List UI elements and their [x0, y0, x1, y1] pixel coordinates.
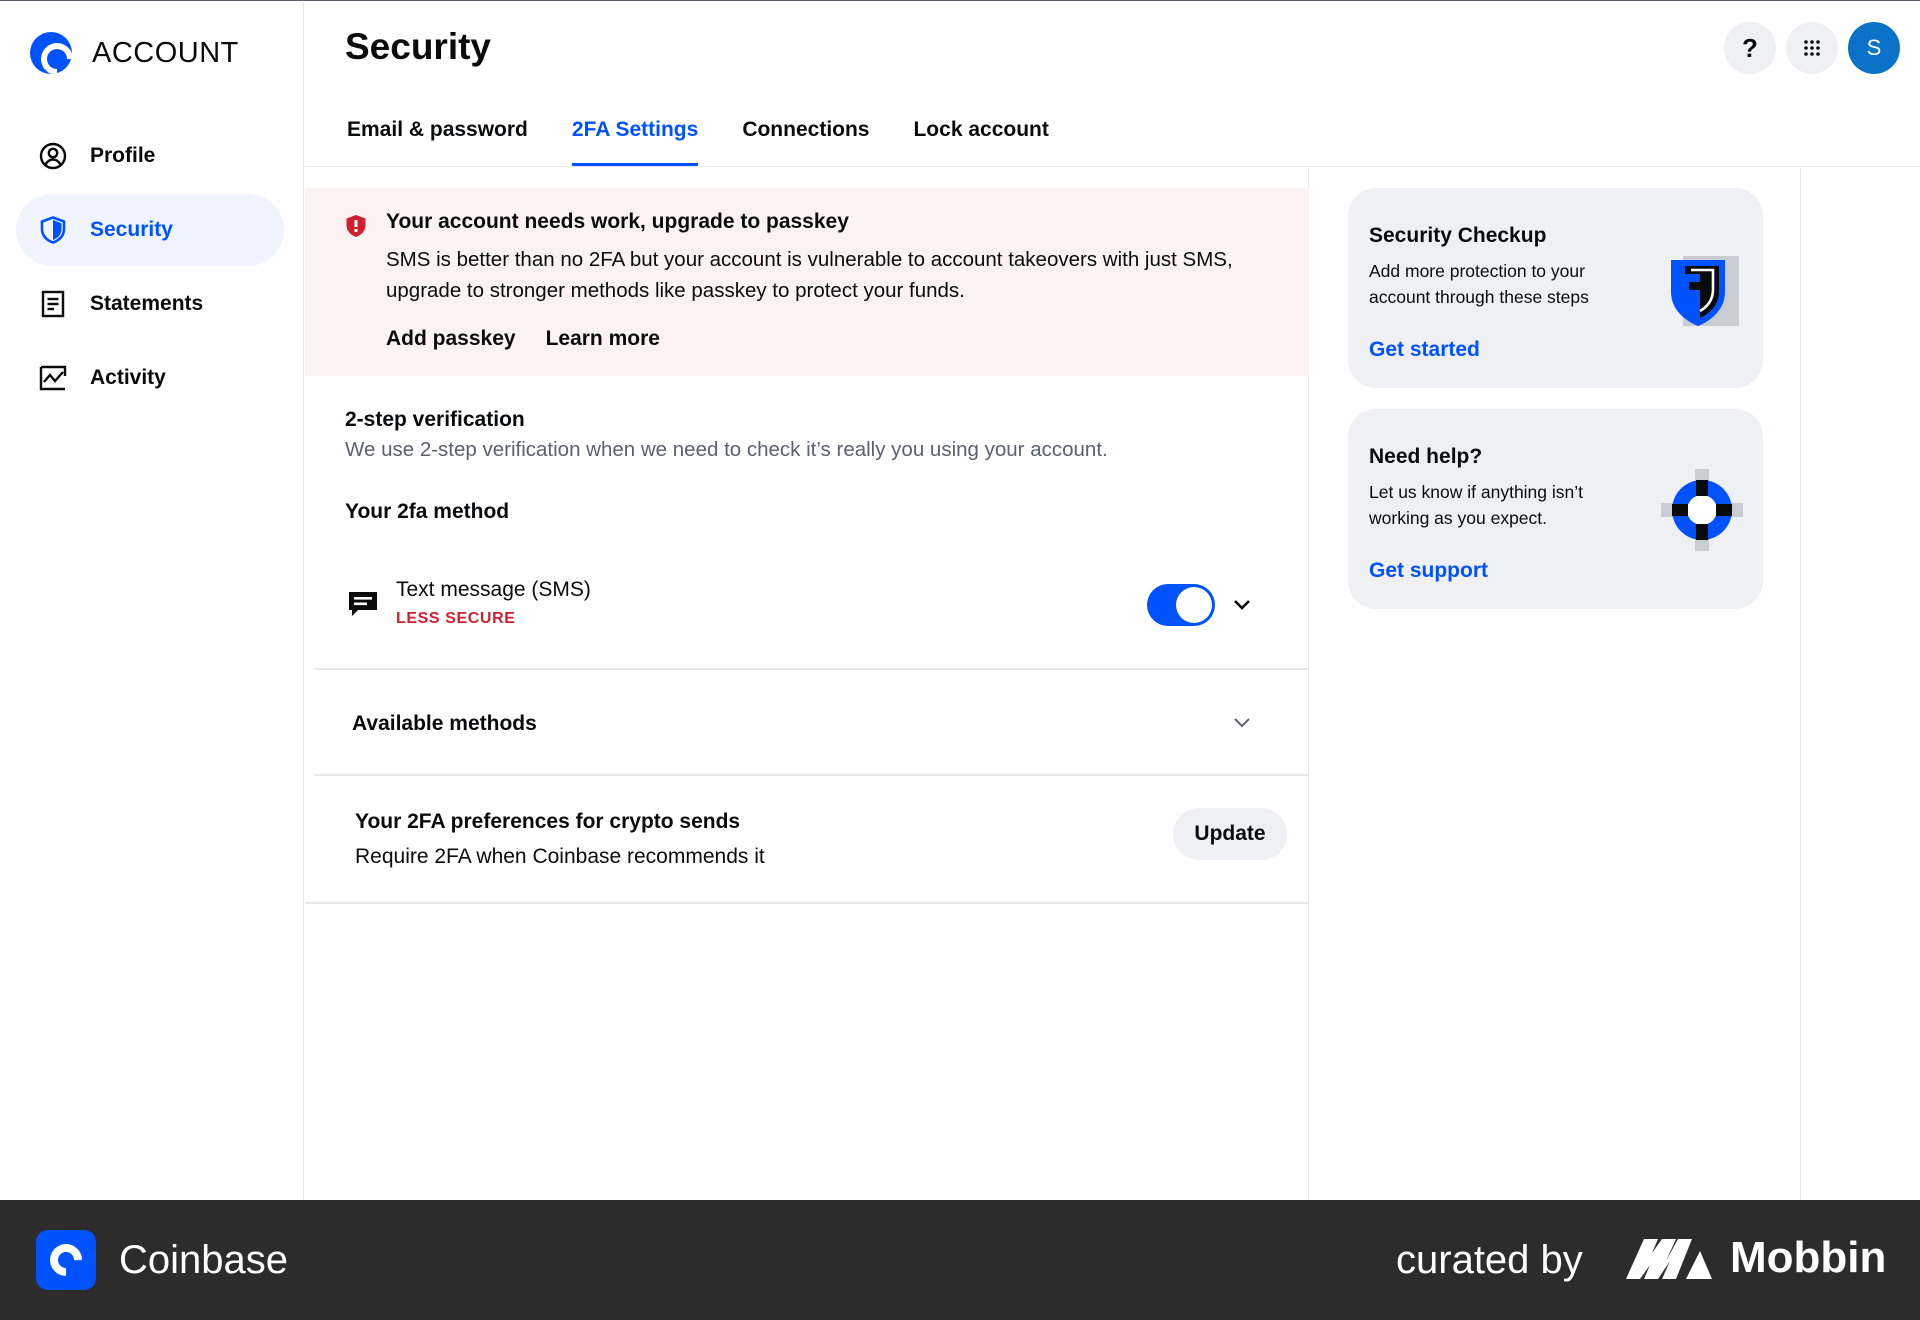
coinbase-logo-icon[interactable]	[30, 32, 72, 74]
alert-body: SMS is better than no 2FA but your accou…	[386, 248, 1233, 302]
curated-by-label: curated by	[1396, 1238, 1583, 1282]
sidebar-item-statements[interactable]: Statements	[16, 268, 284, 340]
app-window: ACCOUNT Profile Security Statements Acti…	[0, 0, 1920, 1201]
message-icon	[348, 591, 378, 624]
brand: ACCOUNT	[30, 32, 239, 74]
preferences-description: Require 2FA when Coinbase recommends it	[355, 845, 765, 868]
page-header: Security Email & password 2FA Settings C…	[305, 2, 1920, 167]
shield-icon	[38, 215, 68, 245]
alert-title: Your account needs work, upgrade to pass…	[386, 210, 849, 233]
chevron-down-icon	[1234, 718, 1250, 728]
get-support-link[interactable]: Get support	[1369, 559, 1488, 583]
section-description: We use 2-step verification when we need …	[345, 438, 1108, 461]
card-title: Security Checkup	[1369, 224, 1547, 247]
sidebar-item-label: Profile	[90, 144, 156, 167]
shield-art-icon	[1667, 250, 1743, 337]
lifebuoy-icon	[1661, 469, 1743, 556]
get-started-link[interactable]: Get started	[1369, 338, 1480, 362]
chevron-down-icon	[1234, 600, 1250, 610]
tab-lock-account[interactable]: Lock account	[913, 102, 1048, 166]
sidebar-item-activity[interactable]: Activity	[16, 342, 284, 414]
section-title: 2-step verification	[345, 408, 525, 431]
sidebar-item-label: Statements	[90, 292, 204, 315]
alert-actions: Add passkey Learn more	[386, 327, 690, 351]
expand-available-button[interactable]	[1227, 708, 1257, 738]
card-description: Add more protection to your account thro…	[1369, 261, 1589, 307]
sms-method-row: Text message (SMS) LESS SECURE	[315, 560, 1309, 670]
tab-email-password[interactable]: Email & password	[347, 102, 528, 166]
document-icon	[38, 289, 68, 319]
footer-app-name: Coinbase	[119, 1238, 289, 1282]
available-methods-row[interactable]: Available methods	[315, 670, 1309, 776]
passkey-alert: Your account needs work, upgrade to pass…	[305, 188, 1309, 376]
mobbin-brand: Mobbin	[1730, 1233, 1887, 1282]
brand-title: ACCOUNT	[92, 36, 239, 69]
mobbin-logo-icon	[1624, 1237, 1714, 1286]
coinbase-app-icon	[36, 1230, 96, 1290]
shield-alert-icon	[345, 214, 367, 243]
sidebar-item-security[interactable]: Security	[16, 194, 284, 266]
help-icon: ?	[1742, 32, 1758, 63]
sidebar-nav: Profile Security Statements Activity	[16, 120, 284, 416]
page-title: Security	[345, 26, 492, 67]
card-description: Let us know if anything isn’t working as…	[1369, 482, 1584, 528]
help-button[interactable]: ?	[1724, 22, 1776, 74]
grid-icon	[1804, 40, 1820, 56]
add-passkey-link[interactable]: Add passkey	[386, 327, 516, 351]
tab-bar: Email & password 2FA Settings Connection…	[347, 102, 1093, 166]
sidebar-item-label: Activity	[90, 366, 166, 389]
method-name: Text message (SMS)	[396, 578, 591, 601]
sms-toggle[interactable]	[1147, 584, 1215, 626]
need-help-card: Need help? Let us know if anything isn’t…	[1348, 409, 1763, 609]
tab-2fa-settings[interactable]: 2FA Settings	[571, 102, 699, 166]
sidebar: ACCOUNT Profile Security Statements Acti…	[0, 2, 304, 1201]
footer-bar: Coinbase curated by Mobbin	[0, 1200, 1920, 1320]
top-actions: ? S	[1714, 22, 1900, 74]
right-rail: Security Checkup Add more protection to …	[1310, 168, 1801, 1201]
expand-sms-button[interactable]	[1227, 590, 1257, 620]
crypto-send-preferences: Your 2FA preferences for crypto sends Re…	[305, 776, 1309, 904]
learn-more-link[interactable]: Learn more	[546, 327, 660, 351]
available-methods-label: Available methods	[352, 712, 537, 735]
toggle-knob	[1176, 587, 1212, 623]
main-content: Your account needs work, upgrade to pass…	[305, 168, 1309, 1201]
apps-button[interactable]	[1786, 22, 1838, 74]
preferences-title: Your 2FA preferences for crypto sends	[355, 810, 741, 833]
activity-chart-icon	[38, 363, 68, 393]
tab-connections[interactable]: Connections	[742, 102, 869, 166]
card-title: Need help?	[1369, 445, 1483, 468]
method-heading: Your 2fa method	[345, 500, 510, 523]
avatar[interactable]: S	[1848, 22, 1900, 74]
security-checkup-card: Security Checkup Add more protection to …	[1348, 188, 1763, 388]
sidebar-item-profile[interactable]: Profile	[16, 120, 284, 192]
update-button[interactable]: Update	[1173, 808, 1287, 860]
user-circle-icon	[38, 141, 68, 171]
less-secure-badge: LESS SECURE	[396, 610, 516, 627]
sidebar-item-label: Security	[90, 218, 173, 241]
